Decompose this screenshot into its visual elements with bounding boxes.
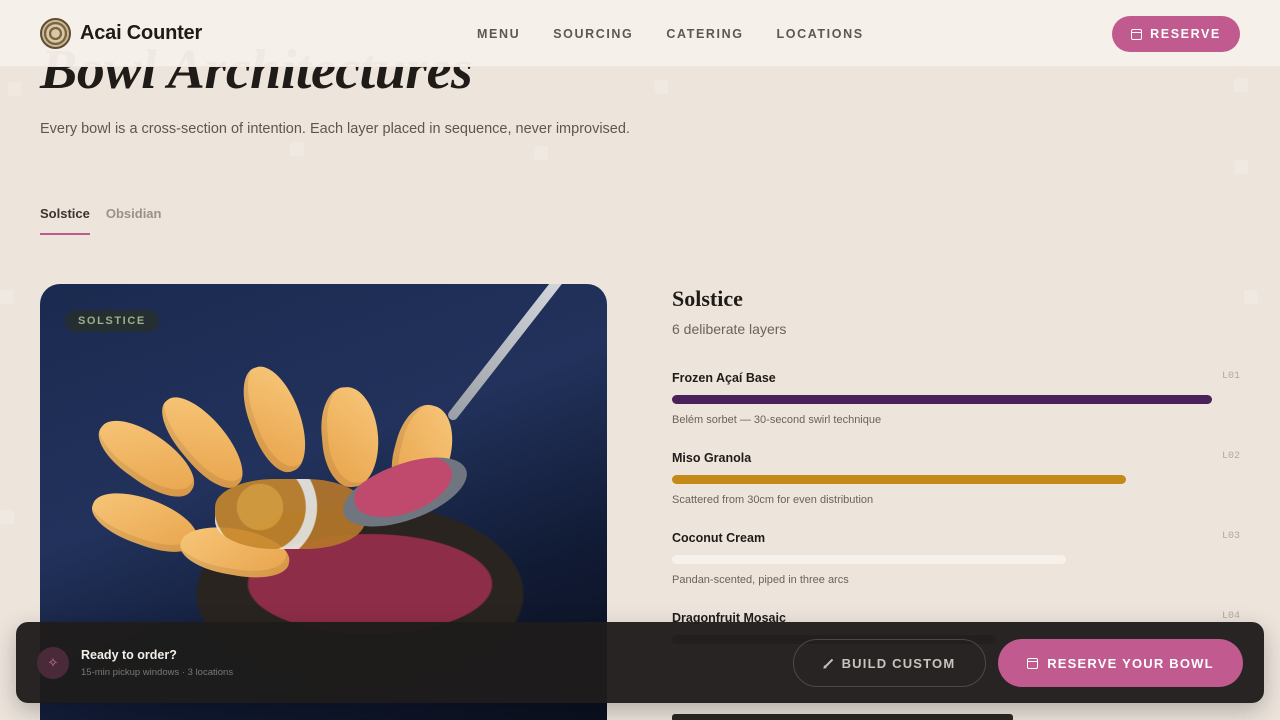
layer-bar-fill xyxy=(672,475,1126,484)
nav-sourcing[interactable]: SOURCING xyxy=(553,27,633,41)
reserve-button-label: RESERVE xyxy=(1150,27,1221,41)
banana-slice xyxy=(317,384,383,490)
layer-code: L04 xyxy=(1221,611,1240,622)
brand[interactable]: Acai Counter xyxy=(40,17,203,49)
layer-name: Miso Granola xyxy=(672,451,752,465)
layer-description: Pandan-scented, piped in three arcs xyxy=(672,574,849,586)
bowl-layer-count: 6 deliberate layers xyxy=(672,321,787,337)
bowl-title: Solstice xyxy=(672,286,743,311)
cta-title: Ready to order? xyxy=(81,647,177,662)
page-subtitle: Every bowl is a cross-section of intenti… xyxy=(40,121,630,137)
layer-code: L02 xyxy=(1221,451,1240,462)
layer-bar-track xyxy=(672,475,1212,484)
calendar-icon xyxy=(1131,28,1143,40)
layer-bar-track xyxy=(672,555,1212,564)
build-custom-button[interactable]: BUILD CUSTOM xyxy=(793,639,986,687)
brand-name: Acai Counter xyxy=(80,21,203,44)
order-cta-bar: ✧ Ready to order? 15-min pickup windows … xyxy=(16,622,1264,703)
bowl-tabs: Solstice Obsidian xyxy=(40,206,161,235)
hidden-action-bar xyxy=(672,714,1013,720)
layer-bar-track xyxy=(672,395,1212,404)
cta-text: Ready to order? 15-min pickup windows · … xyxy=(81,648,233,678)
reserve-button[interactable]: RESERVE xyxy=(1112,16,1240,52)
granola-topping xyxy=(215,479,365,549)
layer-code: L03 xyxy=(1221,531,1240,542)
nav-locations[interactable]: LOCATIONS xyxy=(777,27,864,41)
top-nav-bar: Acai Counter MENU SOURCING CATERING LOCA… xyxy=(0,0,1280,67)
tab-obsidian[interactable]: Obsidian xyxy=(106,206,162,235)
tab-solstice[interactable]: Solstice xyxy=(40,206,90,235)
pencil-icon xyxy=(824,658,833,668)
layer-row: Miso Granola L02 Scattered from 30cm for e… xyxy=(672,451,1240,531)
bowl-detail: Solstice 6 deliberate layers Frozen Açaí… xyxy=(672,286,1240,644)
nav-catering[interactable]: CATERING xyxy=(666,27,743,41)
calendar-icon xyxy=(1027,657,1039,669)
layer-row: Frozen Açaí Base L01 Belém sorbet — 30-sec… xyxy=(672,371,1240,451)
bowl-badge: SOLSTICE xyxy=(65,310,159,332)
layer-name: Coconut Cream xyxy=(672,531,766,545)
layer-description: Scattered from 30cm for even distributio… xyxy=(672,494,874,506)
reserve-your-bowl-label: RESERVE YOUR BOWL xyxy=(1047,655,1214,671)
nav-menu[interactable]: MENU xyxy=(477,27,520,41)
banana-slice xyxy=(232,358,318,480)
layer-bar-fill xyxy=(672,395,1212,404)
main-nav: MENU SOURCING CATERING LOCATIONS xyxy=(477,0,864,67)
layer-row: Coconut Cream L03 Pandan-scented, piped in… xyxy=(672,531,1240,611)
acai-spiral-logo-icon xyxy=(40,17,71,49)
sparkle-icon: ✧ xyxy=(37,646,69,679)
layer-code: L01 xyxy=(1221,371,1240,382)
layer-bar-fill xyxy=(672,555,1067,564)
reserve-your-bowl-button[interactable]: RESERVE YOUR BOWL xyxy=(998,639,1243,687)
build-custom-label: BUILD CUSTOM xyxy=(841,655,956,671)
layer-name: Frozen Açaí Base xyxy=(672,371,776,385)
spoon-handle xyxy=(446,284,571,423)
cta-meta: 15-min pickup windows · 3 locations xyxy=(81,666,234,678)
layer-description: Belém sorbet — 30-second swirl technique xyxy=(672,414,882,426)
